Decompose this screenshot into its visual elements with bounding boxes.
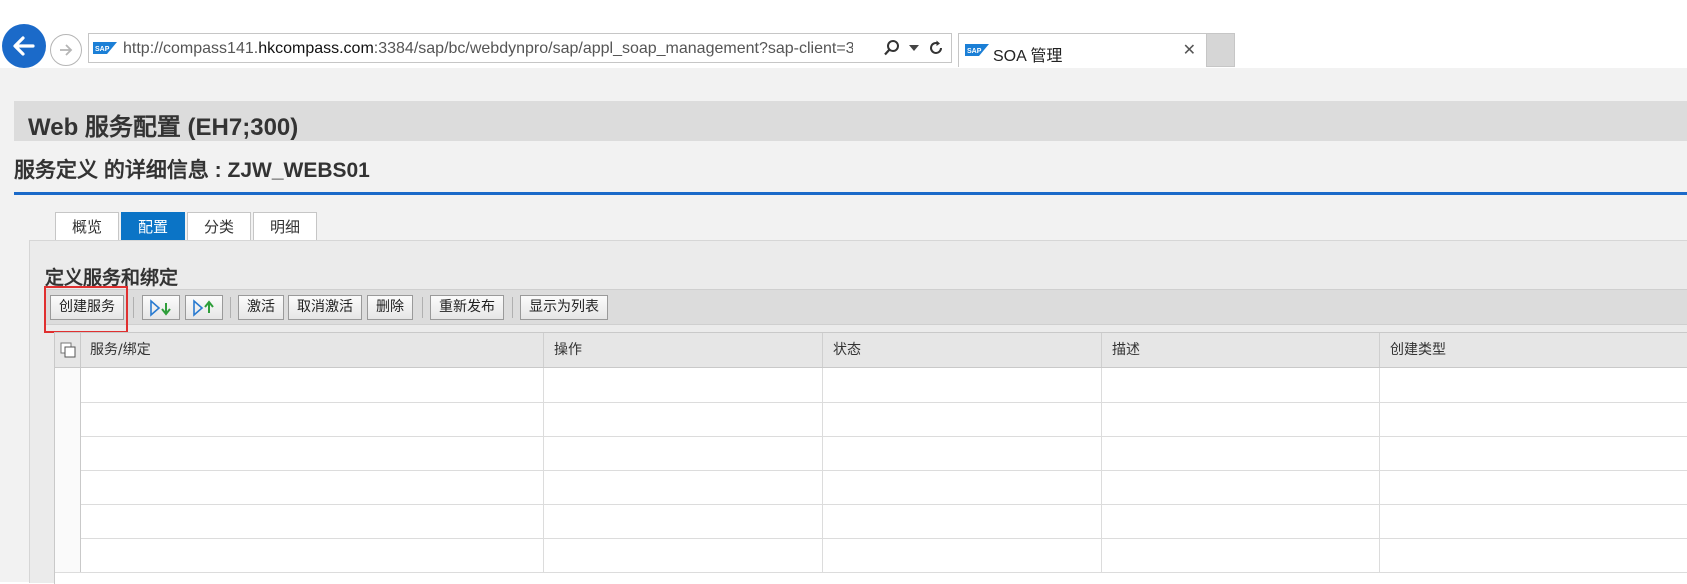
arrow-left-icon bbox=[13, 36, 35, 56]
row-selector[interactable] bbox=[55, 436, 81, 470]
table-cell[interactable] bbox=[544, 402, 823, 436]
divider bbox=[14, 192, 1687, 195]
table-cell[interactable] bbox=[1102, 402, 1380, 436]
col-service-binding[interactable]: 服务/绑定 bbox=[80, 333, 544, 367]
move-down-button[interactable] bbox=[142, 295, 180, 320]
table-cell[interactable] bbox=[1380, 368, 1687, 402]
table-cell[interactable] bbox=[544, 538, 823, 572]
table-header: 服务/绑定 操作 状态 描述 创建类型 bbox=[55, 333, 1687, 368]
move-up-button[interactable] bbox=[185, 295, 223, 320]
activate-button[interactable]: 激活 bbox=[238, 295, 284, 320]
table-cell[interactable] bbox=[1102, 368, 1380, 402]
table-cell[interactable] bbox=[80, 436, 544, 470]
table-row[interactable] bbox=[55, 368, 1687, 403]
toolbar-separator bbox=[133, 297, 134, 318]
table-cell[interactable] bbox=[1102, 470, 1380, 504]
row-selector[interactable] bbox=[55, 470, 81, 504]
tab-title: SOA 管理 bbox=[993, 48, 1063, 65]
new-tab-button[interactable] bbox=[1207, 33, 1235, 67]
forward-button[interactable] bbox=[50, 34, 82, 66]
row-selector[interactable] bbox=[55, 368, 81, 402]
tab-configuration[interactable]: 配置 bbox=[121, 212, 186, 240]
sap-logo-icon: SAP bbox=[93, 42, 117, 54]
table-cell[interactable] bbox=[823, 368, 1102, 402]
table-cell[interactable] bbox=[823, 504, 1102, 538]
table-cell[interactable] bbox=[1102, 504, 1380, 538]
toolbar: 创建服务 激活 取消激活 删除 重新发布 显示为列表 bbox=[45, 289, 1687, 325]
panel-title: 定义服务和绑定 bbox=[45, 268, 179, 289]
toolbar-separator bbox=[512, 297, 513, 318]
table-cell[interactable] bbox=[823, 402, 1102, 436]
chevron-down-icon[interactable] bbox=[909, 44, 919, 52]
url-text[interactable]: http://compass141.hkcompass.com:3384/sap… bbox=[123, 39, 853, 59]
table-cell[interactable] bbox=[80, 470, 544, 504]
table-cell[interactable] bbox=[1102, 436, 1380, 470]
move-up-icon bbox=[193, 298, 214, 317]
republish-button[interactable]: 重新发布 bbox=[430, 295, 504, 320]
table-cell[interactable] bbox=[1380, 538, 1687, 572]
toolbar-separator bbox=[422, 297, 423, 318]
table-cell[interactable] bbox=[80, 538, 544, 572]
row-selector[interactable] bbox=[55, 504, 81, 538]
table-cell[interactable] bbox=[1102, 538, 1380, 572]
service-panel: 定义服务和绑定 创建服务 激活 取消激活 删除 重新发布 显示为列表 服务/绑定… bbox=[29, 240, 1687, 584]
col-operation[interactable]: 操作 bbox=[544, 333, 823, 367]
tab-details[interactable]: 明细 bbox=[253, 212, 318, 240]
svg-text:SAP: SAP bbox=[967, 48, 982, 55]
table-cell[interactable] bbox=[544, 436, 823, 470]
page-subtitle: 服务定义 的详细信息 : ZJW_WEBS01 bbox=[14, 159, 370, 182]
sap-page: Web 服务配置 (EH7;300) 服务定义 的详细信息 : ZJW_WEBS… bbox=[0, 68, 1687, 584]
col-creation-type[interactable]: 创建类型 bbox=[1380, 333, 1687, 367]
table-cell[interactable] bbox=[1380, 504, 1687, 538]
tab-strip: 概览 配置 分类 明细 bbox=[55, 212, 318, 240]
table-cell[interactable] bbox=[80, 368, 544, 402]
table-row[interactable] bbox=[55, 538, 1687, 573]
table-cell[interactable] bbox=[1380, 402, 1687, 436]
table-cell[interactable] bbox=[823, 470, 1102, 504]
table-row[interactable] bbox=[55, 436, 1687, 471]
tab-overview[interactable]: 概览 bbox=[55, 212, 120, 240]
move-down-icon bbox=[150, 298, 171, 317]
close-icon[interactable]: ✕ bbox=[1183, 40, 1196, 59]
deactivate-button[interactable]: 取消激活 bbox=[288, 295, 362, 320]
delete-button[interactable]: 删除 bbox=[367, 295, 413, 320]
browser-tab[interactable]: SAP SOA 管理 ✕ bbox=[958, 33, 1207, 67]
refresh-icon[interactable] bbox=[927, 39, 945, 57]
browser-chrome: SAP http://compass141.hkcompass.com:3384… bbox=[0, 0, 1687, 68]
col-description[interactable]: 描述 bbox=[1102, 333, 1380, 367]
table-cell[interactable] bbox=[544, 368, 823, 402]
table-cell[interactable] bbox=[823, 436, 1102, 470]
select-all-icon bbox=[60, 342, 75, 358]
table-cell[interactable] bbox=[80, 504, 544, 538]
table-cell[interactable] bbox=[544, 504, 823, 538]
table-cell[interactable] bbox=[80, 402, 544, 436]
page-title: Web 服务配置 (EH7;300) bbox=[28, 114, 299, 141]
table-row[interactable] bbox=[55, 470, 1687, 505]
search-icon[interactable] bbox=[883, 39, 901, 57]
page-title-bar: Web 服务配置 (EH7;300) bbox=[14, 101, 1687, 141]
toolbar-separator bbox=[230, 297, 231, 318]
arrow-right-icon bbox=[60, 44, 73, 56]
select-all-toggle[interactable] bbox=[55, 333, 81, 367]
create-service-button[interactable]: 创建服务 bbox=[50, 295, 124, 320]
sap-logo-icon: SAP bbox=[965, 44, 989, 56]
show-as-list-button[interactable]: 显示为列表 bbox=[520, 295, 608, 320]
address-bar[interactable]: SAP http://compass141.hkcompass.com:3384… bbox=[88, 33, 952, 63]
svg-text:SAP: SAP bbox=[95, 46, 110, 53]
services-table: 服务/绑定 操作 状态 描述 创建类型 bbox=[54, 332, 1687, 584]
table-cell[interactable] bbox=[823, 538, 1102, 572]
table-cell[interactable] bbox=[1380, 470, 1687, 504]
col-status[interactable]: 状态 bbox=[823, 333, 1102, 367]
table-row[interactable] bbox=[55, 402, 1687, 437]
tab-classification[interactable]: 分类 bbox=[187, 212, 252, 240]
table-cell[interactable] bbox=[544, 470, 823, 504]
table-cell[interactable] bbox=[1380, 436, 1687, 470]
back-button[interactable] bbox=[2, 24, 46, 68]
row-selector[interactable] bbox=[55, 538, 81, 572]
row-selector[interactable] bbox=[55, 402, 81, 436]
table-row[interactable] bbox=[55, 504, 1687, 539]
